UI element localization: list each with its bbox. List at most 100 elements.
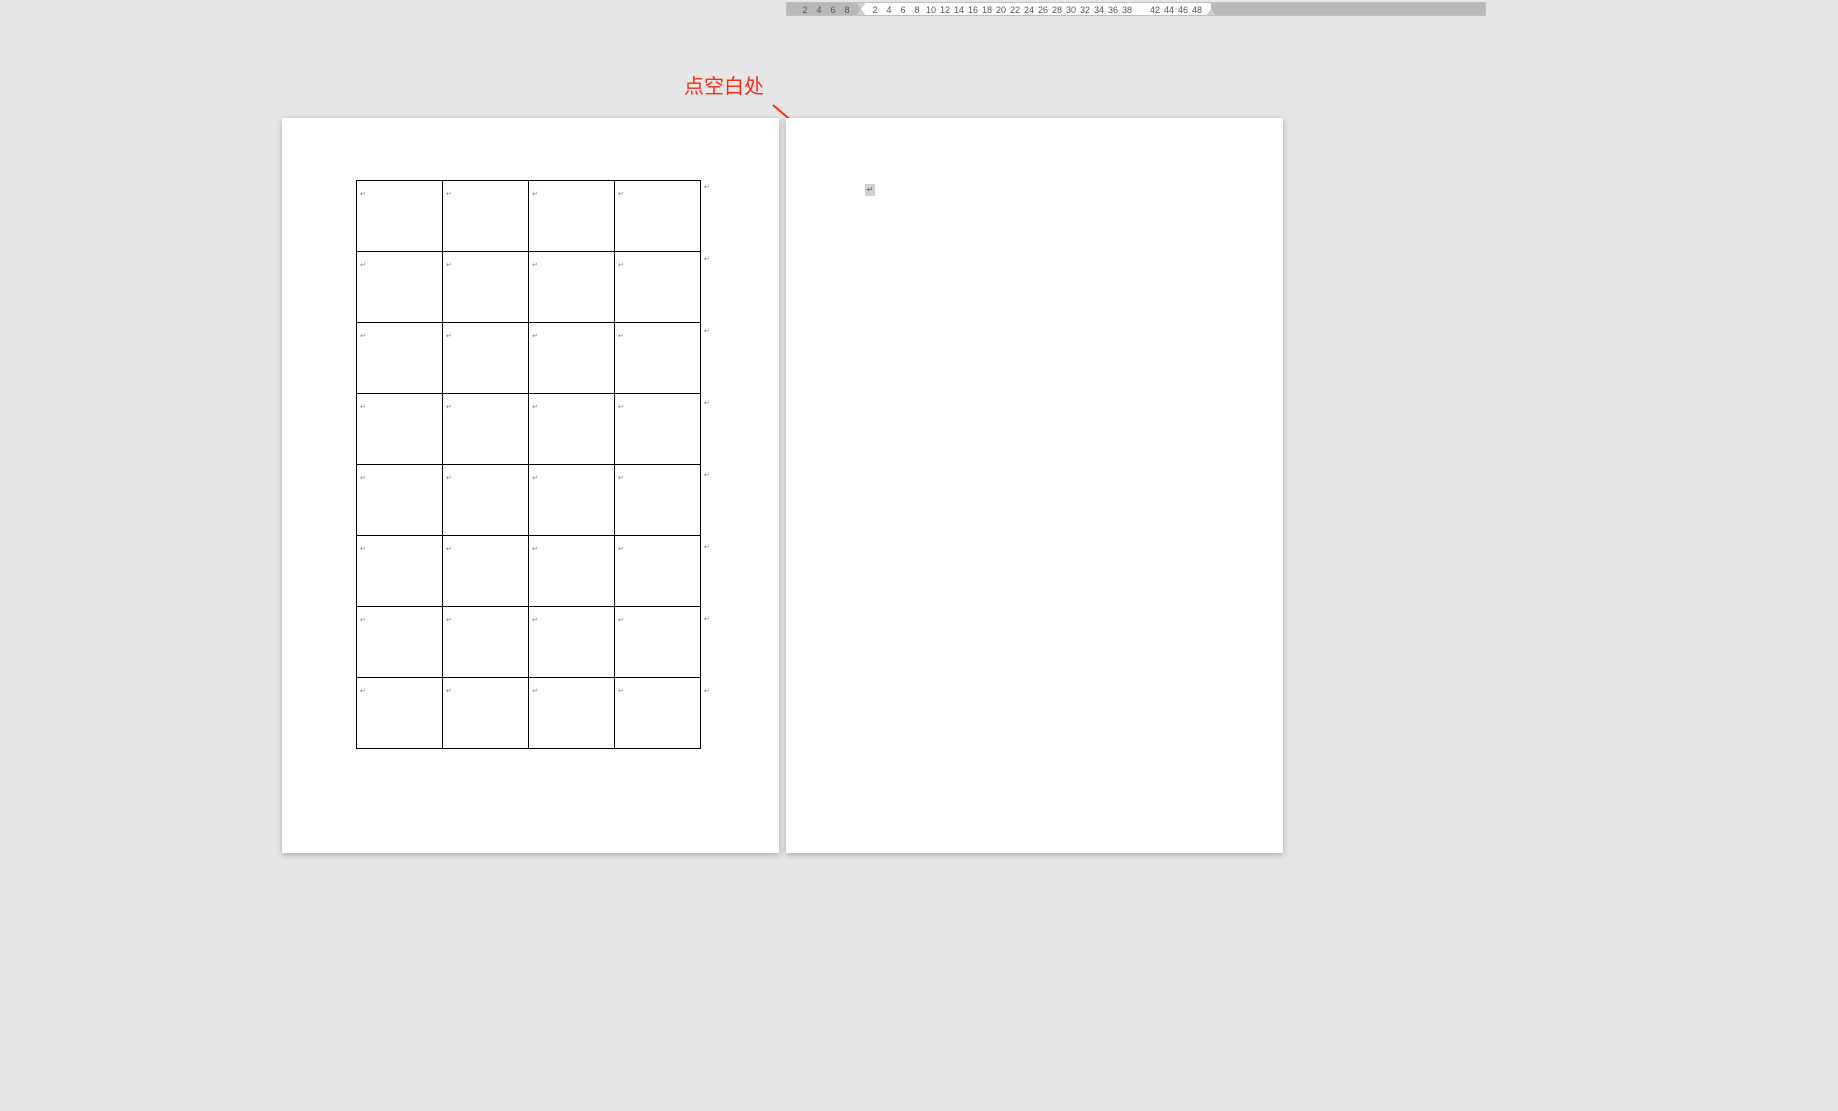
ruler-tick: 6: [830, 3, 835, 16]
table-cell[interactable]: ↵: [357, 607, 443, 678]
table-cell[interactable]: ↵: [443, 465, 529, 536]
table-cell[interactable]: ↵: [443, 252, 529, 323]
paragraph-mark-icon: ↵: [446, 546, 452, 553]
paragraph-mark-icon: ↵: [360, 688, 366, 695]
ruler-tick: 22: [1010, 3, 1020, 16]
document-table[interactable]: ↵ ↵ ↵ ↵ ↵ ↵ ↵ ↵ ↵ ↵ ↵ ↵ ↵ ↵ ↵ ↵ ↵ ↵ ↵ ↵ ↵ ↵ ↵ ↵ ↵ ↵ ↵ ↵ ↵ ↵ ↵ ↵: [356, 180, 701, 749]
ruler-tick: 2: [872, 3, 877, 16]
row-end-mark-icon: ↵: [704, 328, 710, 335]
horizontal-ruler[interactable]: 8642246810121416182022242628303234363842…: [786, 2, 1486, 16]
table-cell[interactable]: ↵: [529, 465, 615, 536]
paragraph-mark-icon: ↵: [618, 475, 624, 482]
table-cell[interactable]: ↵: [615, 252, 701, 323]
table-cell[interactable]: ↵: [529, 252, 615, 323]
paragraph-mark-icon: ↵: [532, 404, 538, 411]
ruler-tick: 30: [1066, 3, 1076, 16]
first-line-indent-icon[interactable]: [855, 2, 867, 9]
table-cell[interactable]: ↵: [615, 536, 701, 607]
paragraph-mark-icon: ↵: [618, 191, 624, 198]
ruler-tick: 32: [1080, 3, 1090, 16]
ruler-tick: 26: [1038, 3, 1048, 16]
table-cell[interactable]: ↵: [357, 394, 443, 465]
row-end-mark-icon: ↵: [704, 688, 710, 695]
paragraph-mark-icon: ↵: [360, 475, 366, 482]
table-cell[interactable]: ↵: [357, 252, 443, 323]
table-cell[interactable]: ↵: [357, 465, 443, 536]
row-end-mark-icon: ↵: [704, 184, 710, 191]
table-cell[interactable]: ↵: [529, 394, 615, 465]
row-end-mark-icon: ↵: [704, 400, 710, 407]
ruler-tick: 2: [802, 3, 807, 16]
ruler-tick: 6: [900, 3, 905, 16]
paragraph-mark-icon: ↵: [446, 333, 452, 340]
paragraph-mark[interactable]: ↵: [865, 184, 875, 196]
paragraph-mark-icon: ↵: [446, 475, 452, 482]
paragraph-mark-icon: ↵: [532, 546, 538, 553]
ruler-tick: 46: [1178, 3, 1188, 16]
ruler-tick: 24: [1024, 3, 1034, 16]
document-page-2[interactable]: ↵: [786, 118, 1283, 853]
ruler-tick: 12: [940, 3, 950, 16]
annotation-label: 点空白处: [684, 70, 764, 99]
ruler-tick: 38: [1122, 3, 1132, 16]
ruler-tick: 14: [954, 3, 964, 16]
ruler-tick: 28: [1052, 3, 1062, 16]
table-cell[interactable]: ↵: [529, 607, 615, 678]
left-indent-icon[interactable]: [855, 15, 867, 16]
paragraph-mark-icon: ↵: [532, 475, 538, 482]
table-cell[interactable]: ↵: [615, 181, 701, 252]
paragraph-mark-icon: ↵: [360, 191, 366, 198]
paragraph-mark-icon: ↵: [618, 617, 624, 624]
paragraph-mark-icon: ↵: [360, 617, 366, 624]
table-cell[interactable]: ↵: [529, 536, 615, 607]
row-end-mark-icon: ↵: [704, 256, 710, 263]
row-end-mark-icon: ↵: [704, 472, 710, 479]
table-cell[interactable]: ↵: [443, 607, 529, 678]
table-cell[interactable]: ↵: [443, 323, 529, 394]
ruler-tick: 4: [886, 3, 891, 16]
table-cell[interactable]: ↵: [357, 536, 443, 607]
paragraph-mark-icon: ↵: [446, 688, 452, 695]
row-end-mark-icon: ↵: [704, 616, 710, 623]
paragraph-mark-icon: ↵: [618, 546, 624, 553]
table-cell[interactable]: ↵: [529, 323, 615, 394]
ruler-tick: 42: [1150, 3, 1160, 16]
right-indent-icon[interactable]: [1205, 9, 1217, 16]
table-cell[interactable]: ↵: [615, 607, 701, 678]
table-cell[interactable]: ↵: [615, 394, 701, 465]
paragraph-mark-icon: ↵: [532, 191, 538, 198]
paragraph-mark-icon: ↵: [532, 688, 538, 695]
paragraph-mark-icon: ↵: [618, 688, 624, 695]
ruler-tick: 48: [1192, 3, 1202, 16]
ruler-tick: 8: [844, 3, 849, 16]
table-cell[interactable]: ↵: [357, 678, 443, 749]
paragraph-mark-icon: ↵: [532, 262, 538, 269]
table-cell[interactable]: ↵: [615, 465, 701, 536]
ruler-tick: 16: [968, 3, 978, 16]
paragraph-mark-icon: ↵: [360, 404, 366, 411]
paragraph-mark-icon: ↵: [532, 333, 538, 340]
table-cell[interactable]: ↵: [529, 181, 615, 252]
paragraph-mark-icon: ↵: [532, 617, 538, 624]
table-cell[interactable]: ↵: [615, 323, 701, 394]
table-cell[interactable]: ↵: [357, 323, 443, 394]
table-cell[interactable]: ↵: [357, 181, 443, 252]
paragraph-mark-icon: ↵: [446, 617, 452, 624]
paragraph-mark-icon: ↵: [360, 546, 366, 553]
table-cell[interactable]: ↵: [529, 678, 615, 749]
paragraph-mark-icon: ↵: [446, 262, 452, 269]
table-cell[interactable]: ↵: [443, 181, 529, 252]
paragraph-mark-icon: ↵: [446, 191, 452, 198]
document-page-1[interactable]: ↵↵↵↵↵↵↵↵↵↵↵↵↵↵↵↵↵↵↵↵↵↵↵↵↵↵↵↵↵↵↵↵ ↵↵↵↵↵↵↵…: [282, 118, 779, 853]
ruler-tick: 36: [1108, 3, 1118, 16]
table-cell[interactable]: ↵: [615, 678, 701, 749]
ruler-tick: 20: [996, 3, 1006, 16]
table-cell[interactable]: ↵: [443, 678, 529, 749]
paragraph-mark-icon: ↵: [618, 404, 624, 411]
paragraph-mark-icon: ↵: [618, 333, 624, 340]
ruler-tick: 34: [1094, 3, 1104, 16]
table-cell[interactable]: ↵: [443, 536, 529, 607]
row-end-mark-icon: ↵: [704, 544, 710, 551]
ruler-tick: 8: [914, 3, 919, 16]
table-cell[interactable]: ↵: [443, 394, 529, 465]
